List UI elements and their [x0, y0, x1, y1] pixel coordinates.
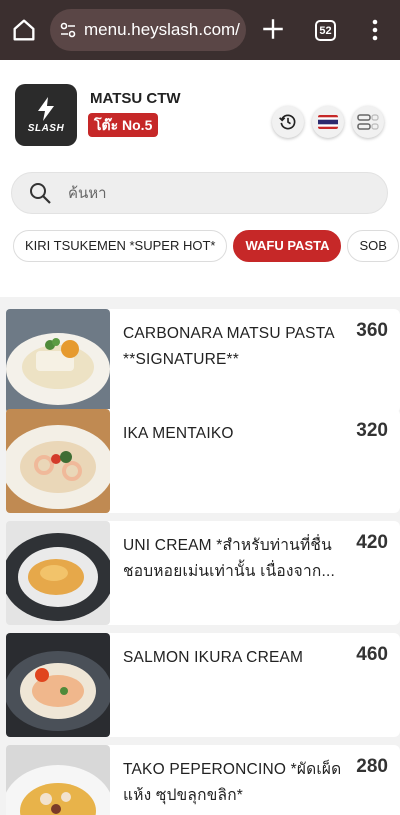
home-icon[interactable] — [10, 16, 38, 44]
item-price: 420 — [356, 532, 388, 553]
tab-soba[interactable]: SOB — [347, 230, 399, 262]
list-item[interactable]: UNI CREAM *สำหรับท่านที่ชื่นชอบหอยเม่นเท… — [6, 521, 400, 625]
thai-flag-icon — [318, 115, 338, 129]
lightning-icon — [38, 97, 54, 121]
plus-icon[interactable] — [260, 16, 286, 42]
food-image — [6, 633, 110, 737]
category-tabs: KIRI TSUKEMEN *SUPER HOT* WAFU PASTA SOB — [13, 230, 400, 262]
item-name: CARBONARA MATSU PASTA **SIGNATURE** — [123, 325, 334, 368]
search-input[interactable] — [68, 184, 348, 202]
order-history-button[interactable] — [272, 106, 304, 138]
history-icon — [279, 114, 296, 130]
food-image — [6, 309, 110, 413]
item-price: 460 — [356, 644, 388, 665]
address-bar[interactable]: menu.heyslash.com/ — [50, 9, 246, 51]
search-icon — [30, 183, 51, 204]
item-price: 280 — [356, 756, 388, 777]
layout-toggle-button[interactable] — [352, 106, 384, 138]
tab-kiri-tsukemen[interactable]: KIRI TSUKEMEN *SUPER HOT* — [13, 230, 228, 262]
url-text: menu.heyslash.com/ — [84, 20, 240, 39]
food-image — [6, 521, 110, 625]
store-logo: SLASH — [15, 84, 77, 146]
browser-toolbar: menu.heyslash.com/ 52 — [0, 0, 400, 60]
list-item[interactable]: IKA MENTAIKO 320 — [6, 409, 400, 513]
item-name: TAKO PEPERONCINO *ผัดเผ็ดแห้ง ซุปขลุกขลิ… — [123, 761, 342, 804]
store-header: SLASH MATSU CTW โต๊ะ No.5 KIRI — [0, 60, 400, 297]
store-name: MATSU CTW — [90, 90, 181, 107]
site-settings-icon[interactable] — [58, 20, 78, 40]
food-image — [6, 409, 110, 513]
menu-list: CARBONARA MATSU PASTA **SIGNATURE** 360 … — [0, 297, 400, 815]
item-name: UNI CREAM *สำหรับท่านที่ชื่นชอบหอยเม่นเท… — [123, 537, 335, 580]
food-image — [6, 745, 110, 815]
list-item[interactable]: CARBONARA MATSU PASTA **SIGNATURE** 360 — [6, 309, 400, 413]
item-price: 360 — [356, 320, 388, 341]
list-item[interactable]: SALMON IKURA CREAM 460 — [6, 633, 400, 737]
list-item[interactable]: TAKO PEPERONCINO *ผัดเผ็ดแห้ง ซุปขลุกขลิ… — [6, 745, 400, 815]
more-vertical-icon[interactable] — [366, 18, 384, 42]
tab-wafu-pasta[interactable]: WAFU PASTA — [233, 230, 342, 262]
item-name: SALMON IKURA CREAM — [123, 649, 304, 666]
item-price: 320 — [356, 420, 388, 441]
layout-toggle-icon — [357, 114, 379, 130]
item-name: IKA MENTAIKO — [123, 425, 234, 442]
tab-switcher-icon[interactable]: 52 — [315, 20, 336, 41]
table-badge: โต๊ะ No.5 — [88, 113, 159, 137]
language-button[interactable] — [312, 106, 344, 138]
search-bar[interactable] — [11, 172, 388, 214]
